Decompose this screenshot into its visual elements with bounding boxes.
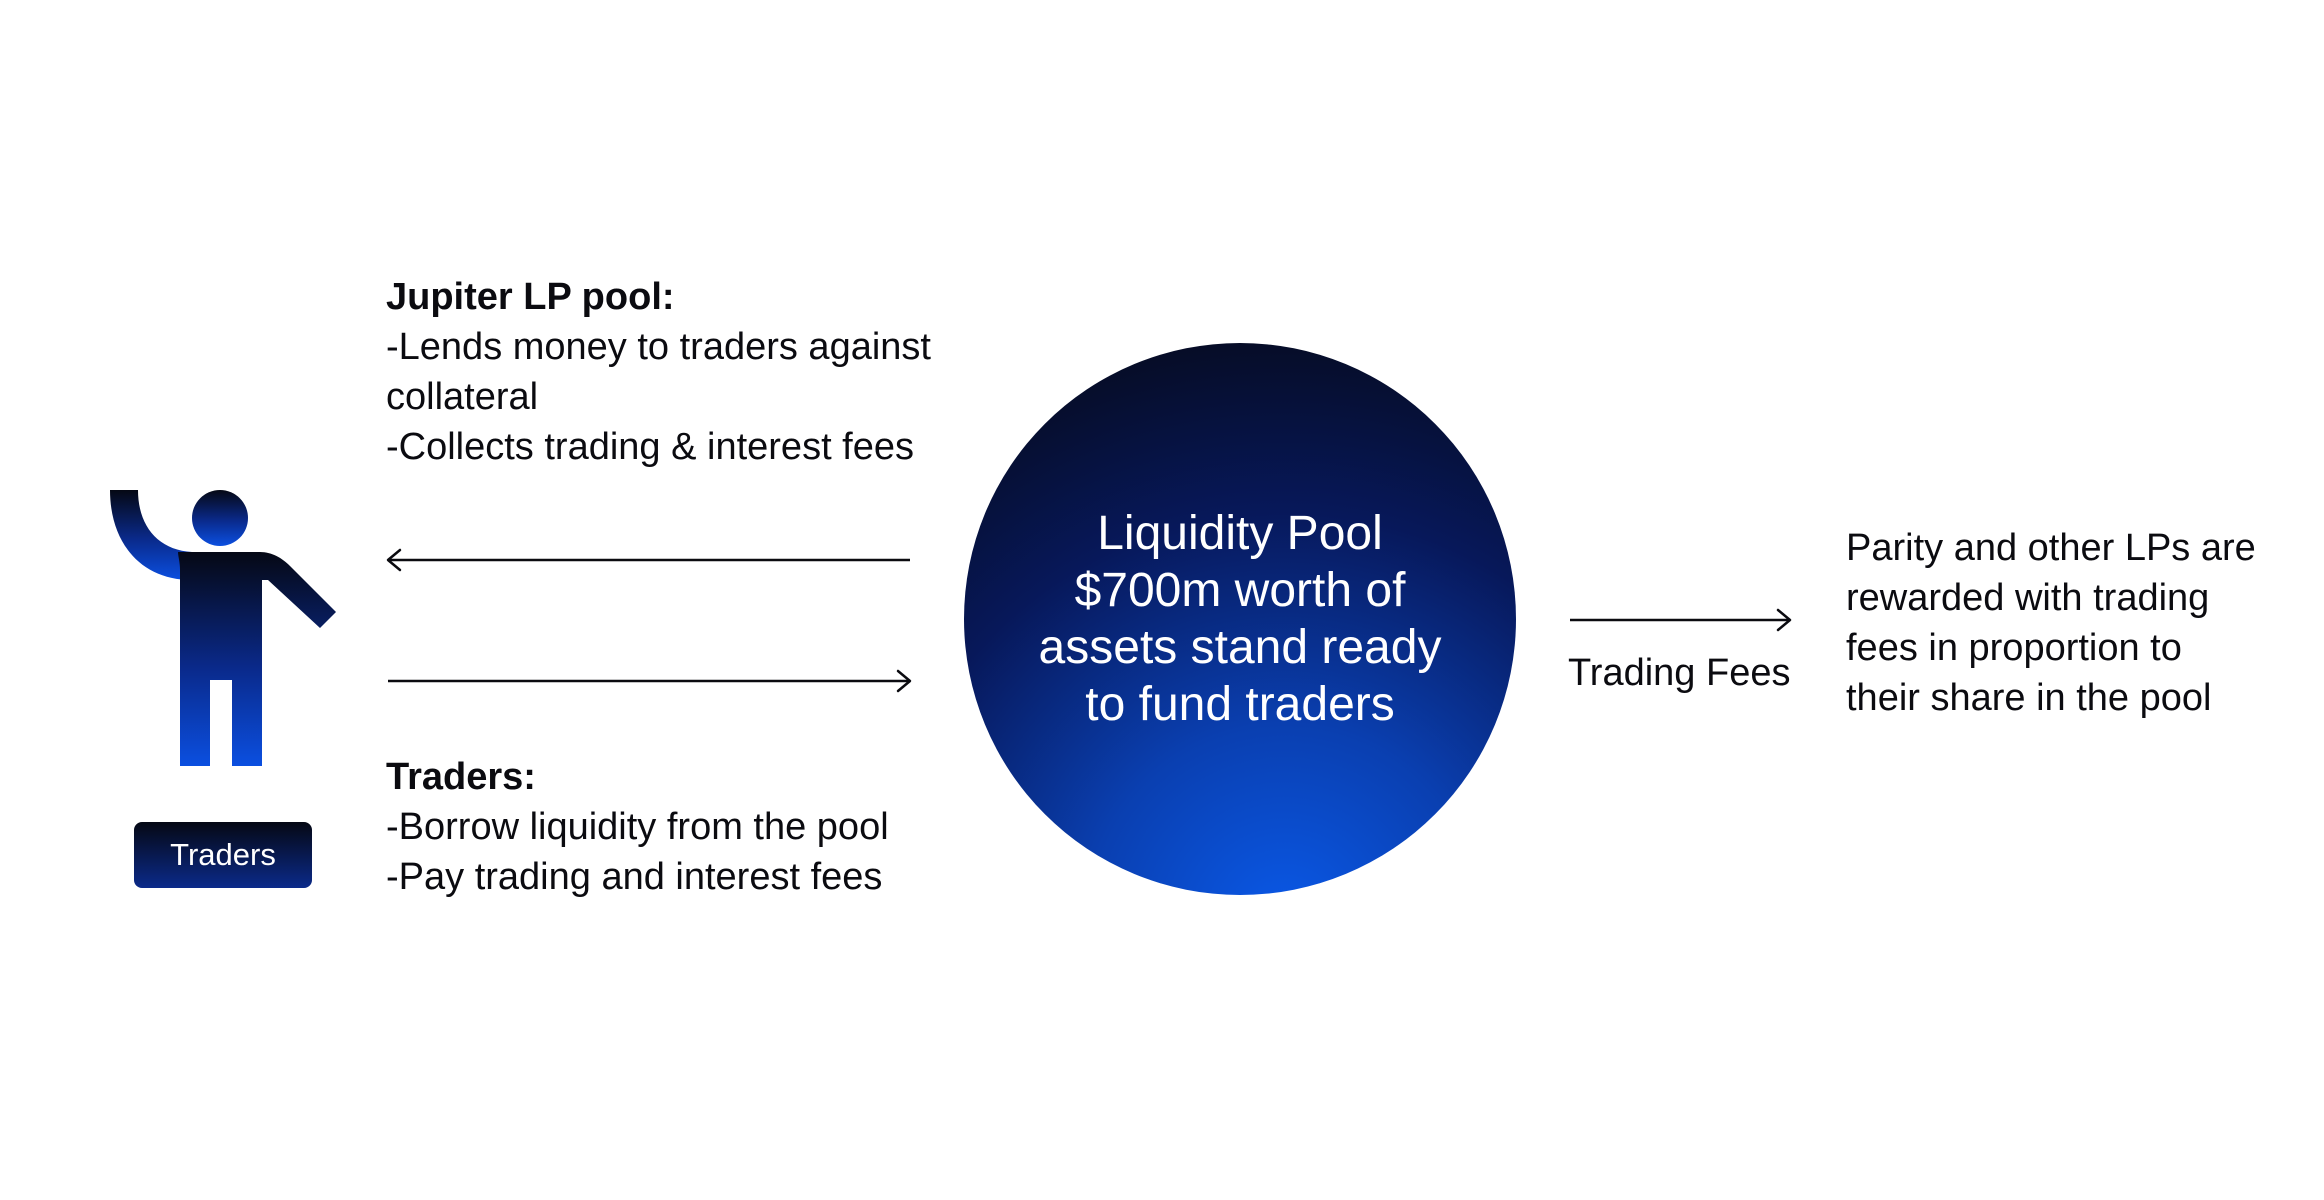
traders-badge-label: Traders bbox=[170, 837, 276, 872]
trading-fees-arrow-icon bbox=[1570, 608, 1792, 632]
traders-description: Traders: -Borrow liquidity from the pool… bbox=[386, 752, 986, 902]
trading-fees-label: Trading Fees bbox=[1568, 652, 1791, 694]
lp-rewards-line: rewarded with trading bbox=[1846, 577, 2210, 619]
lp-rewards-line: Parity and other LPs are bbox=[1846, 527, 2256, 569]
lp-rewards-line: their share in the pool bbox=[1846, 677, 2212, 719]
traders-line: -Pay trading and interest fees bbox=[386, 856, 883, 898]
traders-line: -Borrow liquidity from the pool bbox=[386, 806, 889, 848]
arrow-left-icon bbox=[386, 548, 910, 572]
jupiter-pool-line: collateral bbox=[386, 376, 539, 418]
liquidity-pool-line: assets stand ready bbox=[1038, 621, 1442, 674]
liquidity-pool-line: Liquidity Pool bbox=[1097, 507, 1383, 560]
traders-heading: Traders: bbox=[386, 756, 536, 798]
jupiter-pool-heading: Jupiter LP pool: bbox=[386, 276, 675, 318]
liquidity-pool-line: to fund traders bbox=[1085, 678, 1395, 731]
traders-badge: Traders bbox=[134, 822, 312, 888]
lp-rewards-line: fees in proportion to bbox=[1846, 627, 2182, 669]
arrow-right-icon bbox=[388, 669, 912, 693]
liquidity-pool-circle: Liquidity Pool $700m worth of assets sta… bbox=[964, 343, 1516, 895]
liquidity-pool-line: $700m worth of bbox=[1074, 564, 1406, 617]
lp-rewards-description: Parity and other LPs are rewarded with t… bbox=[1846, 523, 2286, 723]
jupiter-pool-line: -Lends money to traders against bbox=[386, 326, 931, 368]
jupiter-pool-line: -Collects trading & interest fees bbox=[386, 426, 915, 468]
jupiter-pool-description: Jupiter LP pool: -Lends money to traders… bbox=[386, 272, 986, 472]
trader-person-icon bbox=[110, 490, 336, 766]
